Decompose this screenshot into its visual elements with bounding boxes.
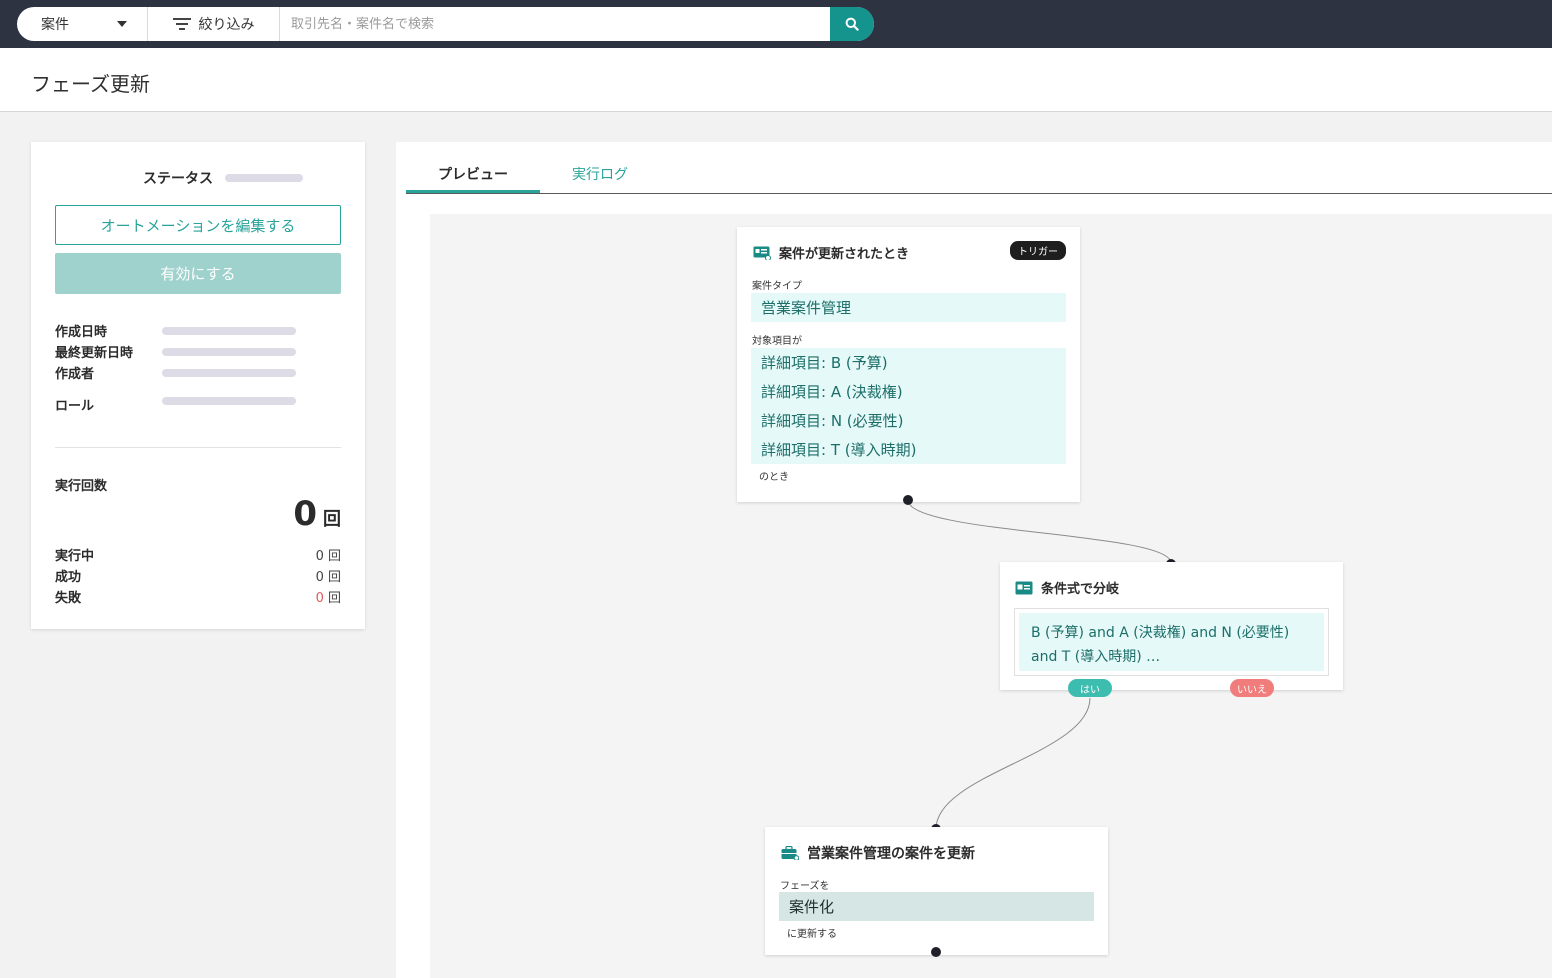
trigger-badge: トリガー	[1010, 241, 1066, 260]
target-field-chip: 詳細項目: N (必要性)	[751, 406, 1066, 435]
meta-label: 作成者	[55, 367, 95, 382]
target-fields-label: 対象項目が	[752, 336, 802, 347]
condition-line: B (予算) and A (決裁権) and N (必要性)	[1031, 625, 1290, 641]
action-node[interactable]: 営業案件管理の案件を更新 フェーズを 案件化 に更新する	[765, 827, 1108, 955]
meta-created-at: 作成日時	[55, 321, 296, 340]
action-suffix: に更新する	[787, 929, 837, 940]
trigger-suffix: のとき	[759, 472, 789, 483]
briefcase-icon	[781, 846, 799, 860]
meta-placeholder	[162, 347, 296, 356]
top-bar: 案件 絞り込み	[0, 0, 1552, 48]
exec-total: 0 回	[293, 497, 341, 531]
stat-failed: 失敗 0 回	[55, 587, 341, 606]
target-field-chip: 詳細項目: T (導入時期)	[751, 435, 1066, 464]
edge-trigger-to-branch	[907, 499, 1172, 564]
action-title: 営業案件管理の案件を更新	[807, 846, 975, 862]
stat-failed-unit: 回	[323, 591, 341, 606]
stat-success: 成功 0 回	[55, 566, 341, 585]
branch-node[interactable]: 条件式で分岐 B (予算) and A (決裁権) and N (必要性) an…	[1000, 562, 1343, 690]
stat-label: 実行中	[55, 549, 95, 564]
search-group: 案件 絞り込み	[17, 7, 874, 41]
branch-yes-port[interactable]: はい	[1068, 679, 1112, 697]
page-header: フェーズ更新	[0, 48, 1552, 112]
automation-info-card: ステータス オートメーションを編集する 有効にする 作成日時 最終更新日時 作成…	[31, 142, 365, 629]
record-type-value-chip: 営業案件管理	[751, 293, 1066, 322]
meta-label: 作成日時	[55, 325, 108, 340]
exec-count-title: 実行回数	[55, 479, 108, 494]
tab-bar: プレビュー 実行ログ	[406, 142, 1552, 194]
flow-panel: プレビュー 実行ログ 案件が更新されたとき トリガー 案件タイプ 営業案件管理 …	[396, 142, 1552, 978]
stat-label: 成功	[55, 570, 82, 585]
record-card-icon	[753, 246, 771, 260]
stat-value: 0 回	[315, 570, 341, 585]
stat-label: 失敗	[55, 591, 82, 606]
status-row: ステータス	[143, 168, 303, 188]
divider	[55, 447, 341, 448]
condition-box: B (予算) and A (決裁権) and N (必要性) and T (導入…	[1014, 608, 1329, 676]
edge-yes-to-action	[935, 697, 1091, 830]
target-field-chip: 詳細項目: A (決裁権)	[751, 377, 1066, 406]
branch-title: 条件式で分岐	[1041, 582, 1120, 597]
filter-label: 絞り込み	[198, 17, 255, 33]
stat-value: 0 回	[316, 587, 341, 606]
stat-running: 実行中 0 回	[55, 545, 341, 564]
exec-total-unit: 回	[323, 509, 341, 530]
search-button[interactable]	[830, 7, 874, 41]
filter-button[interactable]: 絞り込み	[148, 7, 280, 41]
trigger-node[interactable]: 案件が更新されたとき トリガー 案件タイプ 営業案件管理 対象項目が 詳細項目:…	[737, 227, 1080, 502]
action-node-header: 営業案件管理の案件を更新	[781, 843, 975, 863]
meta-placeholder	[162, 368, 296, 377]
trigger-node-header: 案件が更新されたとき	[753, 243, 909, 262]
action-field-label: フェーズを	[780, 881, 830, 892]
branch-node-header: 条件式で分岐	[1015, 578, 1119, 597]
meta-label: 最終更新日時	[55, 346, 134, 361]
target-field-chip: 詳細項目: B (予算)	[751, 348, 1066, 377]
edit-automation-button[interactable]: オートメーションを編集する	[55, 205, 341, 245]
flow-canvas[interactable]: 案件が更新されたとき トリガー 案件タイプ 営業案件管理 対象項目が 詳細項目:…	[430, 214, 1552, 978]
status-label: ステータス	[143, 171, 213, 187]
tab-preview[interactable]: プレビュー	[438, 164, 508, 184]
meta-placeholder	[162, 326, 296, 335]
meta-role: ロール	[55, 395, 296, 414]
active-tab-indicator	[406, 190, 540, 193]
meta-label: ロール	[55, 399, 95, 414]
action-field-value-chip: 案件化	[779, 892, 1094, 921]
condition-text: B (予算) and A (決裁権) and N (必要性) and T (導入…	[1019, 613, 1324, 671]
caret-down-icon	[117, 21, 127, 27]
record-type-label: 案件タイプ	[752, 281, 802, 292]
record-type-select[interactable]: 案件	[17, 7, 148, 41]
stat-value: 0 回	[315, 549, 341, 564]
search-icon	[845, 17, 859, 31]
branch-no-port[interactable]: いいえ	[1230, 679, 1274, 697]
enable-button[interactable]: 有効にする	[55, 253, 341, 294]
meta-placeholder	[162, 396, 296, 405]
condition-line: and T (導入時期) …	[1031, 649, 1161, 665]
record-type-value: 案件	[41, 17, 69, 33]
meta-updated-at: 最終更新日時	[55, 342, 296, 361]
exec-total-value: 0	[293, 494, 317, 534]
meta-author: 作成者	[55, 363, 296, 382]
page-title: フェーズ更新	[31, 72, 150, 96]
trigger-output-port[interactable]	[903, 495, 913, 505]
stat-failed-count: 0	[315, 591, 324, 606]
status-placeholder	[225, 174, 303, 182]
action-output-port[interactable]	[931, 947, 941, 957]
tab-execution-log[interactable]: 実行ログ	[572, 164, 628, 184]
search-input[interactable]	[280, 7, 830, 41]
record-card-icon	[1015, 581, 1033, 594]
filter-icon	[172, 18, 191, 30]
trigger-title: 案件が更新されたとき	[779, 247, 910, 262]
